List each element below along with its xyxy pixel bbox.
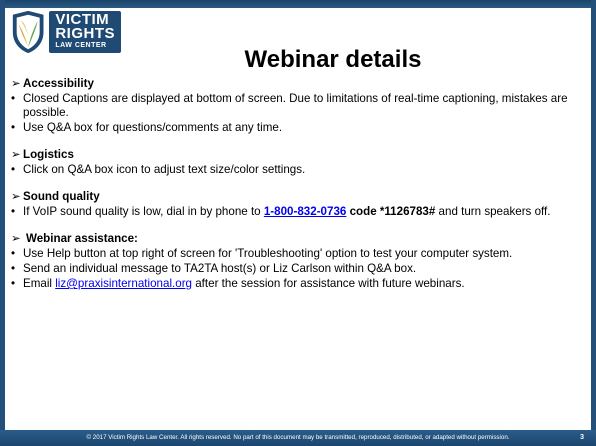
bullet-text: If VoIP sound quality is low, dial in by… (23, 205, 586, 219)
phone-number-link[interactable]: 1-800-832-0736 (264, 205, 347, 218)
bullet-text: Use Help button at top right of screen f… (23, 247, 513, 260)
bullet-text: Use Q&A box for questions/comments at an… (23, 121, 283, 134)
list-item: • Email liz@praxisinternational.org afte… (11, 277, 586, 291)
sound-text-pre: If VoIP sound quality is low, dial in by… (23, 205, 264, 218)
bullet-dot-icon: • (11, 205, 16, 218)
copyright-text: © 2017 Victim Rights Law Center. All rig… (86, 434, 510, 441)
list-item: • If VoIP sound quality is low, dial in … (11, 205, 586, 219)
section-heading-text: Webinar assistance: (26, 232, 138, 245)
bullet-dot-icon: • (11, 277, 16, 290)
arrow-bullet-icon: ➢ (11, 190, 21, 203)
bullet-text: Email liz@praxisinternational.org after … (23, 277, 586, 291)
bullet-dot-icon: • (11, 121, 16, 134)
email-text-post: after the session for assistance with fu… (192, 277, 465, 290)
bullet-dot-icon: • (11, 262, 16, 275)
bullet-dot-icon: • (11, 92, 16, 105)
section-heading-text: Logistics (23, 148, 74, 161)
list-item: • Use Q&A box for questions/comments at … (11, 121, 586, 135)
list-item: • Click on Q&A box icon to adjust text s… (11, 163, 586, 177)
arrow-bullet-icon: ➢ (11, 77, 21, 90)
conference-code: code *1126783# (346, 205, 436, 218)
list-item: • Closed Captions are displayed at botto… (11, 92, 586, 120)
bullet-dot-icon: • (11, 163, 16, 176)
section-heading-text: Accessibility (23, 77, 94, 90)
arrow-bullet-icon: ➢ (11, 232, 21, 245)
section-heading-webinar-assistance: ➢ Webinar assistance: (11, 232, 586, 246)
list-item: • Send an individual message to TA2TA ho… (11, 262, 586, 276)
slide-title: Webinar details (244, 46, 422, 73)
bullet-dot-icon: • (11, 247, 16, 260)
section-heading-accessibility: ➢ Accessibility (11, 77, 586, 91)
logo-line-rights: RIGHTS (55, 25, 115, 42)
section-heading-logistics: ➢ Logistics (11, 148, 586, 162)
email-text-pre: Email (23, 277, 56, 290)
slide-content: ➢ Accessibility • Closed Captions are di… (11, 77, 586, 291)
section-heading-sound-quality: ➢ Sound quality (11, 190, 586, 204)
page-number: 3 (580, 434, 584, 441)
list-item: • Use Help button at top right of screen… (11, 247, 586, 261)
sound-text-post: and turn speakers off. (435, 205, 551, 218)
footer-bar: © 2017 Victim Rights Law Center. All rig… (0, 430, 596, 446)
bullet-text: Closed Captions are displayed at bottom … (23, 92, 568, 119)
section-heading-text: Sound quality (23, 190, 100, 203)
email-link[interactable]: liz@praxisinternational.org (55, 277, 192, 290)
bullet-text: Send an individual message to TA2TA host… (23, 262, 417, 275)
arrow-bullet-icon: ➢ (11, 148, 21, 161)
bullet-text: Click on Q&A box icon to adjust text siz… (23, 163, 306, 176)
